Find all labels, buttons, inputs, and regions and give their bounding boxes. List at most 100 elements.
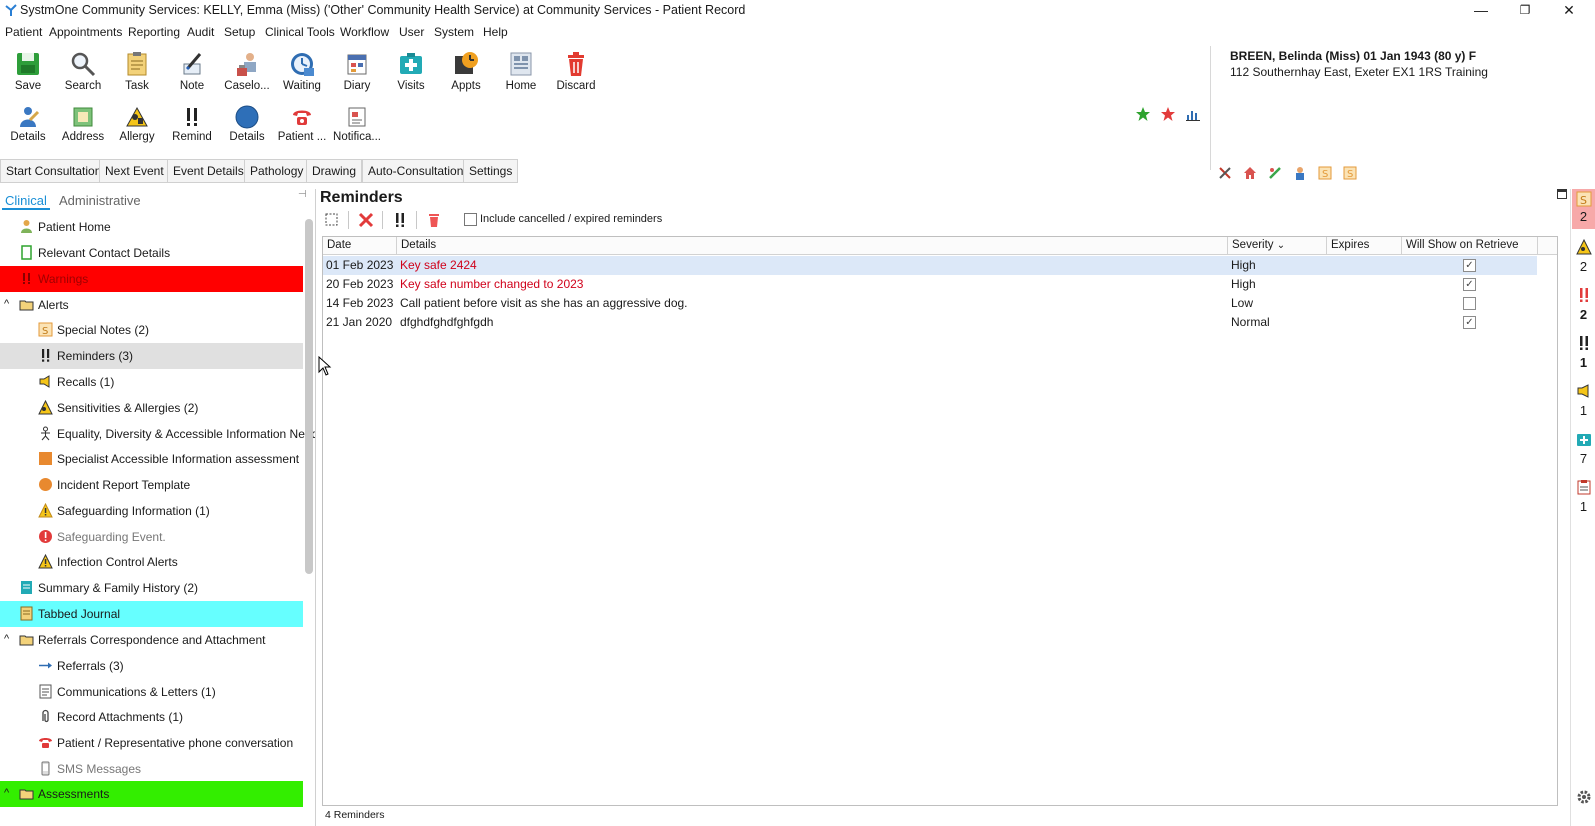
table-row[interactable]: 14 Feb 2023 Call patient before visit as… [323,294,1537,313]
table-row[interactable]: 01 Feb 2023 Key safe 2424 High ✓ [323,256,1537,275]
drawing-button[interactable]: Drawing [306,159,363,183]
patient-phone-button[interactable]: Patient ... [274,105,330,151]
nav-safeguarding-information[interactable]: Safeguarding Information (1) [0,498,303,524]
strip-visits[interactable]: 7 [1572,431,1595,471]
pin-icon[interactable]: ⊣ [298,189,307,200]
column-header-date[interactable]: Date [323,237,397,255]
menu-patient[interactable]: Patient [5,25,42,39]
diary-button[interactable]: Diary [329,50,385,96]
red-star-icon[interactable] [1160,106,1176,122]
menu-system[interactable]: System [434,25,474,39]
will-show-checkbox[interactable]: ✓ [1463,316,1476,329]
nav-patient-phone-conversation[interactable]: Patient / Representative phone conversat… [0,730,303,756]
nav-sensitivities-allergies[interactable]: Sensitivities & Allergies (2) [0,395,303,421]
chart-icon[interactable] [1185,106,1201,122]
strip-reminders[interactable]: 1 [1572,335,1595,375]
menu-setup[interactable]: Setup [224,25,255,39]
close-button[interactable]: ✕ [1547,0,1591,22]
next-event-button[interactable]: Next Event [99,159,170,183]
nav-assessments[interactable]: ^ Assessments [0,781,303,807]
menu-user[interactable]: User [399,25,424,39]
details-button[interactable]: Details [0,105,56,151]
nav-scrollbar[interactable] [305,219,313,574]
task-button[interactable]: Task [109,50,165,96]
settings-button[interactable]: Settings [463,159,519,183]
green-star-icon[interactable] [1135,106,1151,122]
nav-special-notes[interactable]: S Special Notes (2) [0,317,303,343]
table-row[interactable]: 21 Jan 2020 dfghdfghdfghfgdh Normal ✓ [323,313,1537,332]
save-button[interactable]: Save [0,50,56,96]
menu-reporting[interactable]: Reporting [128,25,180,39]
add-reminder-button[interactable] [389,209,411,231]
nav-infection-control-alerts[interactable]: Infection Control Alerts [0,549,303,575]
details-2-button[interactable]: Details [219,105,275,151]
tools-icon[interactable] [1218,166,1232,180]
will-show-checkbox[interactable] [1463,297,1476,310]
address-button[interactable]: Address [55,105,111,151]
restore-button[interactable]: ❐ [1503,0,1547,22]
select-all-button[interactable] [320,209,342,231]
collapse-icon[interactable]: ^ [4,298,9,310]
caseload-button[interactable]: Caselo... [219,50,275,96]
menu-clinical-tools[interactable]: Clinical Tools [265,25,335,39]
visits-button[interactable]: Visits [383,50,439,96]
notifications-button[interactable]: Notifica... [329,105,385,151]
maximize-panel-icon[interactable] [1557,189,1567,199]
strip-warnings[interactable]: 2 [1572,287,1595,327]
will-show-checkbox[interactable]: ✓ [1463,278,1476,291]
menu-help[interactable]: Help [483,25,508,39]
strip-special-notes[interactable]: S 2 [1572,189,1595,229]
appts-button[interactable]: Appts [438,50,494,96]
event-details-button[interactable]: Event Details [167,159,250,183]
include-cancelled-checkbox[interactable] [464,213,477,226]
nav-incident-report[interactable]: Incident Report Template [0,472,303,498]
nav-referrals[interactable]: Referrals (3) [0,653,303,679]
minimize-button[interactable]: — [1459,0,1503,22]
menu-appointments[interactable]: Appointments [49,25,122,39]
nav-referrals-correspondence[interactable]: ^ Referrals Correspondence and Attachmen… [0,627,303,653]
column-header-expires[interactable]: Expires [1327,237,1402,255]
nav-alerts[interactable]: ^ Alerts [0,292,303,318]
special-note-2-icon[interactable]: S [1343,166,1357,180]
nav-summary-family-history[interactable]: Summary & Family History (2) [0,575,303,601]
auto-consultation-button[interactable]: Auto-Consultation [362,159,470,183]
waiting-button[interactable]: Waiting [274,50,330,96]
note-button[interactable]: Note [164,50,220,96]
allergy-button[interactable]: Allergy [109,105,165,151]
strip-sensitivities[interactable]: 2 [1572,239,1595,279]
table-row[interactable]: 20 Feb 2023 Key safe number changed to 2… [323,275,1537,294]
column-header-details[interactable]: Details [397,237,1228,255]
menu-workflow[interactable]: Workflow [340,25,389,39]
collapse-icon[interactable]: ^ [4,633,9,645]
nav-communications-letters[interactable]: Communications & Letters (1) [0,679,303,705]
strip-recalls[interactable]: 1 [1572,383,1595,423]
pathology-button[interactable]: Pathology [244,159,310,183]
tab-clinical[interactable]: Clinical [2,193,50,210]
nav-sms-messages[interactable]: SMS Messages [0,756,303,782]
search-button[interactable]: Search [55,50,111,96]
delete-button[interactable] [355,209,377,231]
nav-relevant-contact-details[interactable]: Relevant Contact Details [0,240,303,266]
column-header-will-show[interactable]: Will Show on Retrieve [1402,237,1538,255]
will-show-checkbox[interactable]: ✓ [1463,259,1476,272]
column-header-severity[interactable]: Severity ⌄ [1228,237,1327,255]
person-icon[interactable] [1293,166,1307,180]
discard-button[interactable]: Discard [548,50,604,96]
nav-reminders[interactable]: Reminders (3) [0,343,303,369]
start-consultation-button[interactable]: Start Consultation [0,159,108,183]
nav-record-attachments[interactable]: Record Attachments (1) [0,704,303,730]
tab-administrative[interactable]: Administrative [56,193,144,208]
nav-recalls[interactable]: Recalls (1) [0,369,303,395]
remind-button[interactable]: Remind [164,105,220,151]
nav-specialist-accessible-info[interactable]: Specialist Accessible Information assess… [0,446,303,472]
nav-equality-diversity[interactable]: Equality, Diversity & Accessible Informa… [0,421,315,447]
gear-icon[interactable] [1576,789,1592,805]
discard-reminder-button[interactable] [423,209,445,231]
edit-pen-icon[interactable] [1268,166,1282,180]
home-button[interactable]: Home [493,50,549,96]
nav-tabbed-journal[interactable]: Tabbed Journal [0,601,303,627]
nav-patient-home[interactable]: Patient Home [0,214,303,240]
house-icon[interactable] [1243,166,1257,180]
collapse-icon[interactable]: ^ [4,787,9,799]
strip-tasks[interactable]: 1 [1572,479,1595,519]
